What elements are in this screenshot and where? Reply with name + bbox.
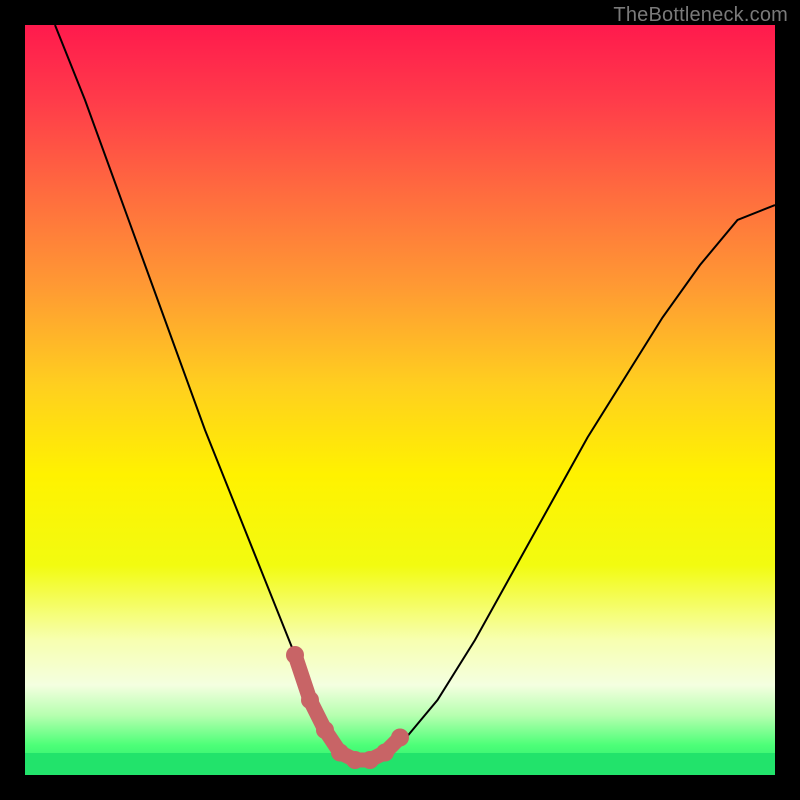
gradient-background	[25, 25, 775, 775]
watermark-text: TheBottleneck.com	[613, 4, 788, 27]
marker-dot	[376, 744, 394, 762]
marker-dot	[301, 691, 319, 709]
bottleneck-chart	[25, 25, 775, 775]
marker-dot	[316, 721, 334, 739]
marker-dot	[391, 729, 409, 747]
marker-dot	[286, 646, 304, 664]
green-bottom-band	[25, 753, 775, 775]
chart-stage: TheBottleneck.com	[0, 0, 800, 800]
